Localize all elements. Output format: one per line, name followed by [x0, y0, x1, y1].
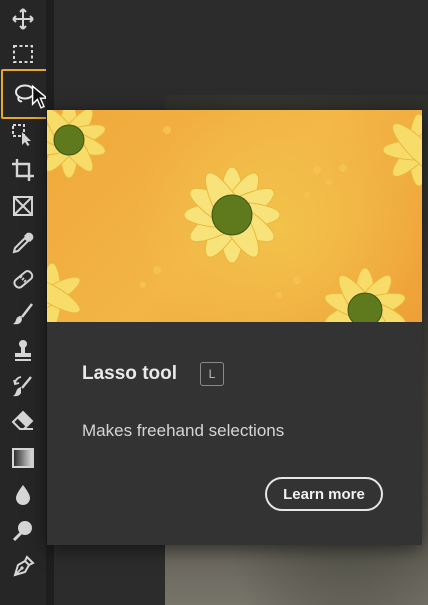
move-icon: [12, 8, 34, 30]
crop-icon: [12, 159, 34, 181]
tools-panel: [0, 0, 53, 605]
eyedropper-icon: [12, 232, 34, 254]
gradient-tool[interactable]: [6, 441, 40, 475]
history-brush-tool[interactable]: [6, 369, 40, 403]
crop-tool[interactable]: [6, 153, 40, 187]
healing-brush-tool[interactable]: [6, 262, 40, 296]
eyedropper-tool[interactable]: [6, 226, 40, 260]
shortcut-key-badge: L: [200, 362, 224, 386]
frame-icon: [13, 196, 33, 216]
tool-preview-image: [47, 110, 422, 322]
tooltip-title: Lasso tool: [82, 363, 178, 384]
clone-stamp-icon: [15, 340, 31, 361]
dodge-icon: [12, 521, 32, 542]
brush-tool[interactable]: [6, 297, 40, 331]
object-selection-icon: [12, 124, 31, 146]
spot-healing-brush-icon: [13, 270, 34, 289]
eraser-tool[interactable]: [6, 404, 40, 438]
rich-tooltip: Lasso tool L Makes freehand selections L…: [47, 110, 422, 545]
dodge-tool[interactable]: [6, 514, 40, 548]
marquee-tool[interactable]: [6, 37, 40, 71]
eraser-icon: [11, 410, 34, 430]
blur-icon: [16, 485, 30, 505]
blur-tool[interactable]: [6, 478, 40, 512]
rectangular-marquee-icon: [13, 45, 33, 63]
history-brush-icon: [13, 376, 32, 397]
clone-stamp-tool[interactable]: [6, 333, 40, 367]
pen-icon: [13, 555, 35, 577]
tooltip-description: Makes freehand selections: [82, 421, 285, 440]
move-tool[interactable]: [6, 2, 40, 36]
brush-icon: [13, 303, 33, 325]
learn-more-button[interactable]: Learn more: [265, 477, 383, 511]
gradient-icon: [12, 448, 34, 468]
pen-tool[interactable]: [6, 550, 40, 584]
frame-tool[interactable]: [6, 189, 40, 223]
object-selection-tool[interactable]: [6, 118, 40, 152]
